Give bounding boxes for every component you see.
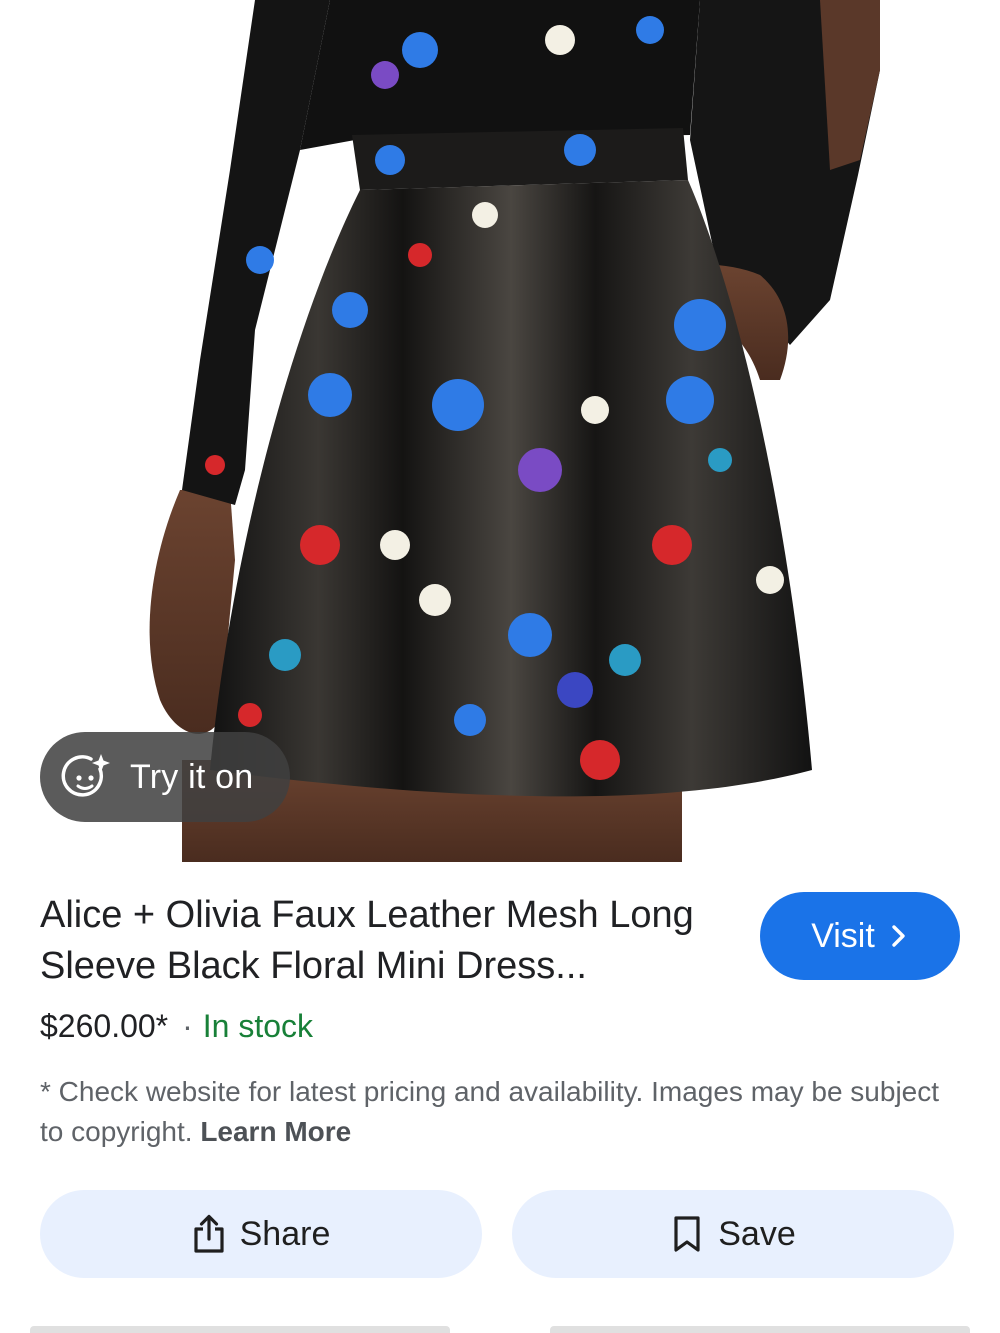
chevron-right-icon xyxy=(892,925,905,947)
save-button[interactable]: Save xyxy=(512,1190,954,1278)
bookmark-icon xyxy=(674,1216,700,1252)
share-label: Share xyxy=(239,1214,331,1253)
pricing-disclaimer: * Check website for latest pricing and a… xyxy=(40,1072,940,1152)
next-results-peek xyxy=(30,1326,970,1333)
share-button[interactable]: Share xyxy=(40,1190,482,1278)
visit-label: Visit xyxy=(811,916,875,955)
availability-badge: In stock xyxy=(202,1008,314,1044)
price-row: $260.00* · In stock xyxy=(40,1006,313,1046)
try-it-on-label: Try it on xyxy=(130,757,254,796)
separator: · xyxy=(182,1008,193,1044)
learn-more-link[interactable]: Learn More xyxy=(200,1116,351,1147)
visit-button[interactable]: Visit xyxy=(760,892,960,980)
share-icon xyxy=(194,1214,224,1253)
product-image[interactable]: Try it on xyxy=(0,0,1000,862)
product-title[interactable]: Alice + Olivia Faux Leather Mesh Long Sl… xyxy=(40,890,730,992)
sparkle-face-icon xyxy=(61,754,110,797)
try-it-on-button[interactable]: Try it on xyxy=(40,732,290,822)
save-label: Save xyxy=(718,1214,796,1253)
price: $260.00* xyxy=(40,1008,169,1044)
disclaimer-text: * Check website for latest pricing and a… xyxy=(40,1076,940,1147)
